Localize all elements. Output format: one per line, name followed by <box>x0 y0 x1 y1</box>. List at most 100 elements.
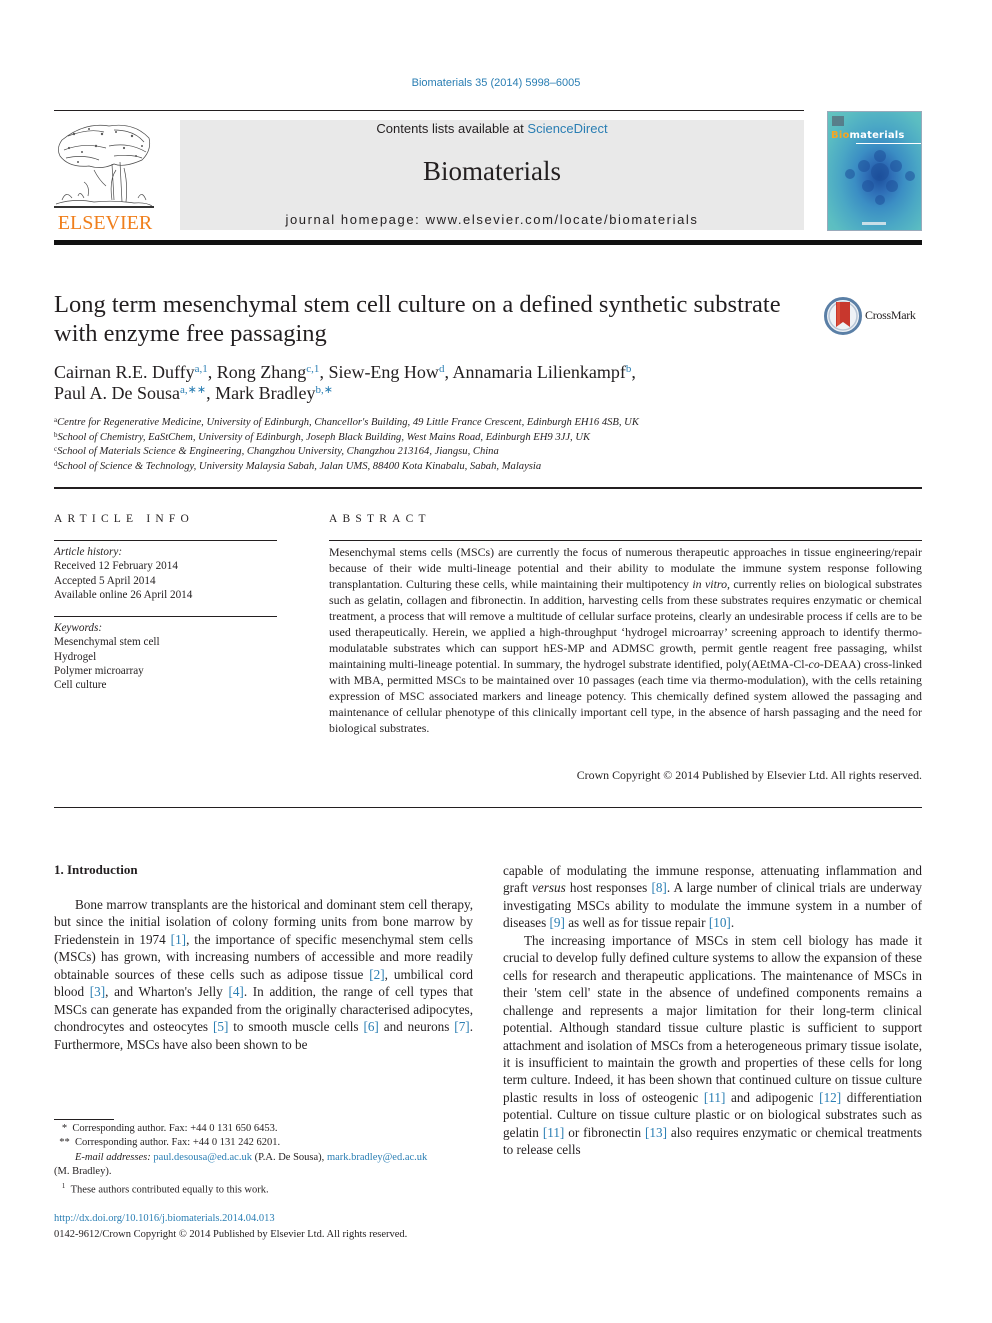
footnote-equal-contribution: 1 These authors contributed equally to t… <box>61 1182 269 1196</box>
abstract-italic-term: co <box>808 657 820 671</box>
doi-link[interactable]: http://dx.doi.org/10.1016/j.biomaterials… <box>54 1211 484 1227</box>
citation-ref-link[interactable]: [11] <box>543 1125 564 1140</box>
author-affiliation-marker[interactable]: b <box>626 363 632 375</box>
abstract-heading: ABSTRACT <box>329 513 431 525</box>
citation-ref-link[interactable]: [2] <box>369 967 384 982</box>
section-heading-introduction: 1. Introduction <box>54 862 138 877</box>
body-text: , and Wharton's Jelly <box>105 984 229 1000</box>
keyword-item: Polymer microarray <box>54 664 144 677</box>
affiliation-item: dSchool of Science & Technology, Univers… <box>54 460 814 475</box>
citation-ref-link[interactable]: [8] <box>651 880 666 895</box>
doi-block: http://dx.doi.org/10.1016/j.biomaterials… <box>54 1211 484 1242</box>
author-affiliation-marker[interactable]: c,1 <box>306 363 319 375</box>
issn-copyright: 0142-9612/Crown Copyright © 2014 Publish… <box>54 1228 408 1240</box>
body-text: to smooth muscle cells <box>228 1019 364 1035</box>
affiliation-item: bSchool of Chemistry, EaStChem, Universi… <box>54 431 814 446</box>
article-history: Article history: Received 12 February 20… <box>54 545 277 602</box>
cover-rule <box>856 143 921 144</box>
author-affiliation-marker[interactable]: b,∗ <box>316 384 333 396</box>
citation-ref-link[interactable]: [9] <box>550 915 565 930</box>
crossmark-button[interactable]: CrossMark <box>824 296 924 336</box>
email-link-bradley[interactable]: mark.bradley@ed.ac.uk <box>327 1152 427 1163</box>
author-name[interactable]: Rong Zhang <box>217 362 307 382</box>
citation-ref-link[interactable]: [12] <box>819 1090 841 1105</box>
citation-ref-link[interactable]: [6] <box>363 1019 378 1034</box>
article-info-heading: ARTICLE INFO <box>54 513 194 525</box>
affiliation-item: cSchool of Materials Science & Engineeri… <box>54 445 814 460</box>
keyword-item: Hydrogel <box>54 650 97 663</box>
elsevier-logo[interactable]: ELSEVIER <box>54 120 156 234</box>
author-affiliation-marker[interactable]: a,∗∗ <box>180 384 206 396</box>
crossmark-icon <box>824 297 862 335</box>
history-accepted: Accepted 5 April 2014 <box>54 574 156 587</box>
intro-paragraph-1-continued: capable of modulating the immune respons… <box>503 862 922 932</box>
citation-ref-link[interactable]: [7] <box>454 1019 469 1034</box>
body-text: and neurons <box>378 1019 455 1035</box>
author-affiliation-marker[interactable]: d <box>439 363 445 375</box>
author-list: Cairnan R.E. Duffya,1, Rong Zhangc,1, Si… <box>54 362 636 403</box>
author-name[interactable]: Siew-Eng How <box>328 362 439 382</box>
footnote-rule <box>54 1119 114 1120</box>
homepage-url-link[interactable]: www.elsevier.com/locate/biomaterials <box>426 212 699 227</box>
journal-homepage: journal homepage: www.elsevier.com/locat… <box>180 212 804 227</box>
citation-ref-link[interactable]: [4] <box>228 984 243 999</box>
affiliation-text: School of Materials Science & Engineerin… <box>57 446 499 457</box>
affiliation-item: aCentre for Regenerative Medicine, Unive… <box>54 416 814 431</box>
article-info-rule <box>54 540 277 541</box>
author-name[interactable]: Annamaria Lilienkampf <box>452 362 625 382</box>
affiliation-text: School of Chemistry, EaStChem, Universit… <box>57 431 591 443</box>
keywords-label: Keywords: <box>54 622 103 634</box>
header-divider <box>54 110 804 111</box>
history-label: Article history: <box>54 546 123 558</box>
header-thick-rule <box>54 240 922 245</box>
body-text: host responses <box>565 880 652 896</box>
intro-paragraph-1: Bone marrow transplants are the historic… <box>54 896 473 1053</box>
intro-paragraph-2: The increasing importance of MSCs in ste… <box>503 932 922 1159</box>
body-text: and adi­pogenic <box>725 1089 820 1105</box>
body-text: . <box>730 915 735 931</box>
author-name[interactable]: Mark Bradley <box>215 383 315 403</box>
history-received: Received 12 February 2014 <box>54 560 178 573</box>
citation-ref-link[interactable]: [1] <box>171 932 186 947</box>
journal-cover-image[interactable]: Biomaterials <box>827 111 922 231</box>
article-title: Long term mesenchymal stem cell culture … <box>54 291 781 347</box>
keyword-item: Cell culture <box>54 679 107 692</box>
cover-title: Biomaterials <box>831 130 905 141</box>
email-link-desousa[interactable]: paul.desousa@ed.ac.uk <box>153 1152 252 1163</box>
affiliation-text: School of Science & Technology, Universi… <box>57 460 542 472</box>
author-affiliation-marker[interactable]: a,1 <box>195 363 208 375</box>
body-text: or fibronectin <box>564 1124 645 1140</box>
email-label: E-mail addresses: <box>75 1151 154 1163</box>
abstract-text: Mesenchymal stems cells (MSCs) are curre… <box>329 544 922 736</box>
citation-ref-link[interactable]: [13] <box>645 1125 667 1140</box>
citation-ref-link[interactable]: [10] <box>709 915 731 930</box>
citation-ref-link[interactable]: [3] <box>90 984 105 999</box>
title-block-rule <box>54 487 922 489</box>
abstract-rule <box>329 540 922 541</box>
abstract-bottom-rule <box>54 807 922 808</box>
keywords-rule <box>54 616 277 617</box>
abstract-italic-term: in vitro <box>692 577 728 591</box>
citation-ref-link[interactable]: [5] <box>213 1019 228 1034</box>
author-name[interactable]: Paul A. De Sousa <box>54 383 180 403</box>
contents-prefix: Contents lists available at <box>376 121 528 136</box>
affiliation-text: Centre for Regenerative Medicine, Univer… <box>57 417 639 428</box>
footnotes: * Corresponding author. Fax: +44 0 131 6… <box>54 1122 473 1198</box>
citation-ref-link[interactable]: [11] <box>704 1090 725 1105</box>
journal-citation-link[interactable]: Biomaterials 35 (2014) 5998–6005 <box>0 77 992 89</box>
body-text: as well as for tissue repair <box>564 915 709 931</box>
author-name[interactable]: Cairnan R.E. Duffy <box>54 362 195 382</box>
italic-term: versus <box>532 880 566 896</box>
footnote-email-owner: (M. Bradley). <box>54 1165 112 1177</box>
crossmark-label: CrossMark <box>865 308 916 322</box>
footnote-corresponding-1: * Corresponding author. Fax: +44 0 131 6… <box>61 1123 278 1134</box>
elsevier-wordmark: ELSEVIER <box>57 212 153 234</box>
journal-masthead: Contents lists available at ScienceDirec… <box>180 120 804 230</box>
abstract-copyright: Crown Copyright © 2014 Published by Else… <box>576 768 922 782</box>
affiliation-list: aCentre for Regenerative Medicine, Unive… <box>54 416 814 474</box>
footnote-corresponding-2: ** Corresponding author. Fax: +44 0 131 … <box>59 1137 281 1149</box>
homepage-prefix: journal homepage: <box>285 212 426 227</box>
contents-line: Contents lists available at ScienceDirec… <box>180 121 804 136</box>
sciencedirect-link[interactable]: ScienceDirect <box>527 121 607 136</box>
right-column: capable of modulating the immune respons… <box>503 862 922 1159</box>
